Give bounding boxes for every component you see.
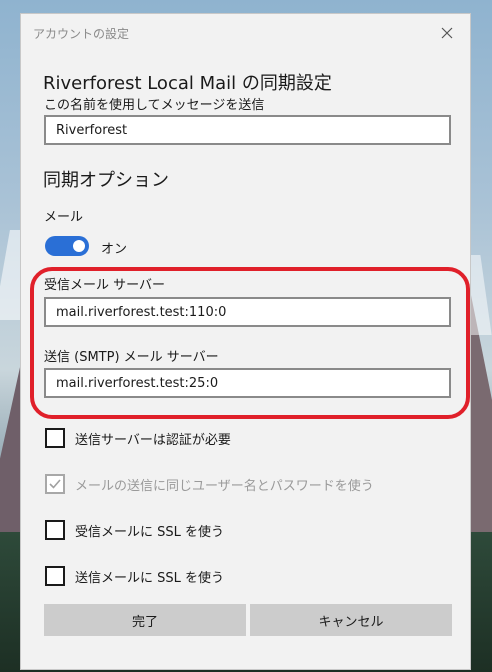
checkmark-icon bbox=[49, 479, 61, 489]
auth-required-label: 送信サーバーは認証が必要 bbox=[75, 432, 231, 448]
cancel-button-label: キャンセル bbox=[318, 614, 384, 630]
name-label: この名前を使用してメッセージを送信 bbox=[44, 98, 265, 113]
checkbox-row-same-credentials: メールの送信に同じユーザー名とパスワードを使う bbox=[45, 474, 374, 494]
outgoing-server-input[interactable]: mail.riverforest.test:25:0 bbox=[44, 368, 451, 398]
sync-settings-heading: Riverforest Local Mail の同期設定 bbox=[43, 73, 332, 94]
checkbox-row-auth-required[interactable]: 送信サーバーは認証が必要 bbox=[45, 428, 231, 448]
dialog-title: アカウントの設定 bbox=[33, 27, 130, 41]
checkbox-row-incoming-ssl[interactable]: 受信メールに SSL を使う bbox=[45, 520, 224, 540]
close-button[interactable] bbox=[424, 14, 470, 52]
auth-required-checkbox[interactable] bbox=[45, 428, 65, 448]
incoming-server-input[interactable]: mail.riverforest.test:110:0 bbox=[44, 297, 451, 327]
outgoing-ssl-checkbox[interactable] bbox=[45, 566, 65, 586]
mail-toggle-state: オン bbox=[101, 242, 128, 257]
sender-name-value: Riverforest bbox=[56, 122, 128, 138]
sender-name-input[interactable]: Riverforest bbox=[44, 115, 451, 145]
cancel-button[interactable]: キャンセル bbox=[250, 604, 452, 636]
close-icon bbox=[441, 27, 453, 39]
incoming-server-value: mail.riverforest.test:110:0 bbox=[56, 304, 227, 320]
account-settings-dialog: アカウントの設定 Riverforest Local Mail の同期設定 この… bbox=[20, 13, 471, 670]
outgoing-server-label: 送信 (SMTP) メール サーバー bbox=[44, 350, 219, 365]
mail-toggle[interactable] bbox=[45, 236, 89, 256]
toggle-knob bbox=[73, 240, 85, 252]
outgoing-server-value: mail.riverforest.test:25:0 bbox=[56, 375, 219, 391]
incoming-ssl-checkbox[interactable] bbox=[45, 520, 65, 540]
incoming-ssl-label: 受信メールに SSL を使う bbox=[75, 524, 225, 540]
sync-options-title: 同期オプション bbox=[43, 170, 169, 191]
outgoing-ssl-label: 送信メールに SSL を使う bbox=[75, 570, 225, 586]
mail-label: メール bbox=[44, 210, 84, 225]
same-credentials-label: メールの送信に同じユーザー名とパスワードを使う bbox=[75, 478, 374, 494]
checkbox-row-outgoing-ssl[interactable]: 送信メールに SSL を使う bbox=[45, 566, 224, 586]
title-bar: アカウントの設定 bbox=[21, 14, 470, 52]
incoming-server-label: 受信メール サーバー bbox=[44, 278, 166, 293]
done-button-label: 完了 bbox=[131, 614, 158, 630]
done-button[interactable]: 完了 bbox=[44, 604, 246, 636]
same-credentials-checkbox bbox=[45, 474, 65, 494]
